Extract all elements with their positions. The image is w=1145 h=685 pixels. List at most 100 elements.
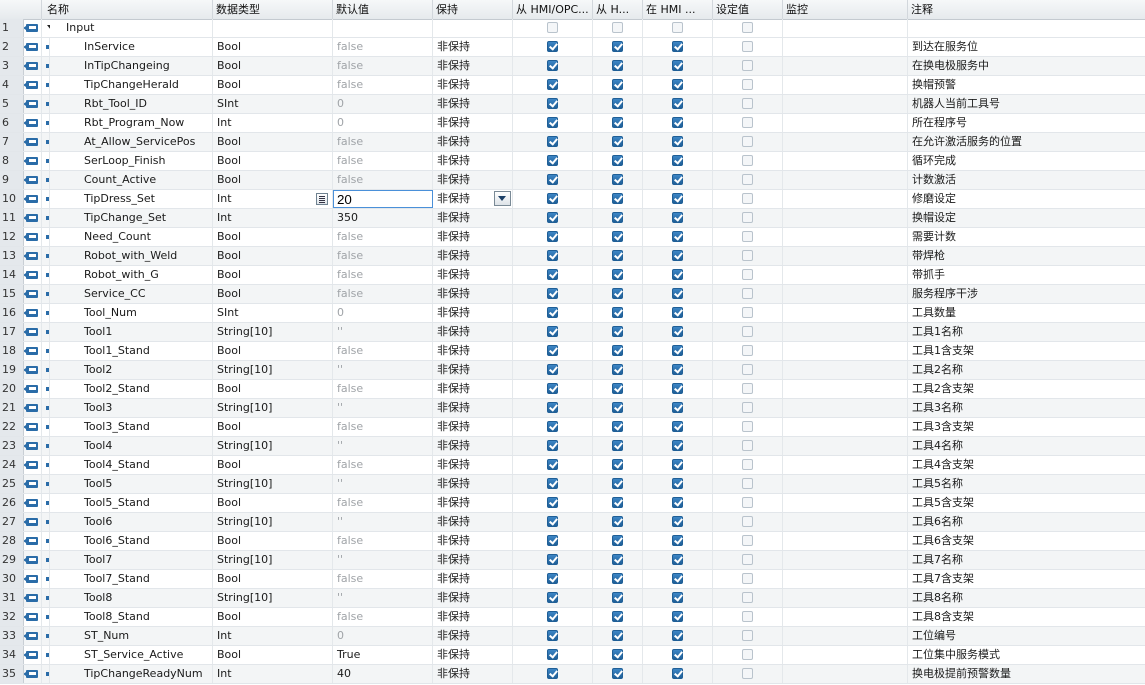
hmi-writable-checkbox[interactable] (612, 345, 623, 356)
var-comment[interactable]: 修磨设定 (908, 190, 1145, 208)
hmi-opc-checkbox[interactable] (547, 22, 558, 33)
var-data-type[interactable]: String[10] (213, 513, 333, 531)
hmi-opc-checkbox[interactable] (547, 402, 558, 413)
hmi-opc-checkbox[interactable] (547, 60, 558, 71)
hmi-visible-checkbox[interactable] (672, 250, 683, 261)
var-data-type[interactable]: Bool (213, 494, 333, 512)
var-data-type[interactable]: Bool (213, 532, 333, 550)
hmi-opc-checkbox[interactable] (547, 611, 558, 622)
var-data-type[interactable]: Int (213, 627, 333, 645)
hmi-visible-checkbox[interactable] (672, 535, 683, 546)
table-row[interactable]: 32 Tool8_Stand Bool false 非保持 工具8含支架 (0, 608, 1145, 627)
var-retain[interactable]: 非保持 (433, 437, 513, 455)
var-data-type[interactable]: Bool (213, 228, 333, 246)
var-name[interactable]: Tool8 (50, 589, 213, 607)
var-retain[interactable]: 非保持 (433, 228, 513, 246)
var-default-value[interactable]: 350 (333, 209, 433, 227)
setpoint-checkbox[interactable] (742, 649, 753, 660)
setpoint-checkbox[interactable] (742, 630, 753, 641)
var-retain[interactable]: 非保持 (433, 247, 513, 265)
var-data-type[interactable]: Bool (213, 380, 333, 398)
setpoint-checkbox[interactable] (742, 212, 753, 223)
setpoint-checkbox[interactable] (742, 421, 753, 432)
var-default-value[interactable]: 0 (333, 95, 433, 113)
hmi-visible-checkbox[interactable] (672, 402, 683, 413)
var-comment[interactable]: 机器人当前工具号 (908, 95, 1145, 113)
table-row[interactable]: 7 At_Allow_ServicePos Bool false 非保持 在允许激活服务的… (0, 133, 1145, 152)
var-data-type[interactable]: Bool (213, 266, 333, 284)
setpoint-checkbox[interactable] (742, 174, 753, 185)
var-name[interactable]: Rbt_Program_Now (50, 114, 213, 132)
hmi-writable-checkbox[interactable] (612, 611, 623, 622)
hmi-opc-checkbox[interactable] (547, 174, 558, 185)
hmi-opc-checkbox[interactable] (547, 573, 558, 584)
hmi-writable-checkbox[interactable] (612, 41, 623, 52)
hmi-visible-checkbox[interactable] (672, 478, 683, 489)
header-retain[interactable]: 保持 (433, 0, 513, 19)
table-row[interactable]: 2 InService Bool false 非保持 到达在服务位 (0, 38, 1145, 57)
hmi-writable-checkbox[interactable] (612, 326, 623, 337)
var-comment[interactable]: 工具7名称 (908, 551, 1145, 569)
var-retain[interactable]: 非保持 (433, 285, 513, 303)
var-default-value[interactable]: false (333, 494, 433, 512)
hmi-opc-checkbox[interactable] (547, 155, 558, 166)
hmi-writable-checkbox[interactable] (612, 250, 623, 261)
setpoint-checkbox[interactable] (742, 516, 753, 527)
hmi-visible-checkbox[interactable] (672, 516, 683, 527)
var-name[interactable]: Count_Active (50, 171, 213, 189)
hmi-opc-checkbox[interactable] (547, 497, 558, 508)
hmi-writable-checkbox[interactable] (612, 440, 623, 451)
hmi-visible-checkbox[interactable] (672, 630, 683, 641)
table-row[interactable]: 3 InTipChangeing Bool false 非保持 在换电极服务中 (0, 57, 1145, 76)
table-row-group[interactable]: 1 Input (0, 19, 1145, 38)
var-data-type[interactable]: String[10] (213, 589, 333, 607)
var-data-type[interactable]: Int (213, 114, 333, 132)
hmi-opc-checkbox[interactable] (547, 554, 558, 565)
var-retain[interactable]: 非保持 (433, 589, 513, 607)
table-row[interactable]: 14 Robot_with_G Bool false 非保持 带抓手 (0, 266, 1145, 285)
setpoint-checkbox[interactable] (742, 136, 753, 147)
var-name[interactable]: Tool5 (50, 475, 213, 493)
table-row[interactable]: 22 Tool3_Stand Bool false 非保持 工具3含支架 (0, 418, 1145, 437)
hmi-opc-checkbox[interactable] (547, 345, 558, 356)
hmi-writable-checkbox[interactable] (612, 212, 623, 223)
var-comment[interactable]: 工具2名称 (908, 361, 1145, 379)
var-default-value[interactable]: false (333, 380, 433, 398)
var-comment[interactable]: 工位集中服务模式 (908, 646, 1145, 664)
table-row[interactable]: 25 Tool5 String[10] '' 非保持 工具5名称 (0, 475, 1145, 494)
header-comment[interactable]: 注释 (908, 0, 1145, 19)
var-default-value[interactable]: '' (333, 437, 433, 455)
table-row[interactable]: 11 TipChange_Set Int 350 非保持 换帽设定 (0, 209, 1145, 228)
setpoint-checkbox[interactable] (742, 383, 753, 394)
table-row[interactable]: 18 Tool1_Stand Bool false 非保持 工具1含支架 (0, 342, 1145, 361)
var-retain[interactable]: 非保持 (433, 342, 513, 360)
var-data-type[interactable]: String[10] (213, 437, 333, 455)
hmi-opc-checkbox[interactable] (547, 630, 558, 641)
hmi-opc-checkbox[interactable] (547, 649, 558, 660)
var-data-type[interactable]: Int (213, 665, 333, 683)
var-default-value[interactable]: false (333, 532, 433, 550)
var-comment[interactable]: 计数激活 (908, 171, 1145, 189)
setpoint-checkbox[interactable] (742, 250, 753, 261)
var-name[interactable]: Tool4_Stand (50, 456, 213, 474)
hmi-writable-checkbox[interactable] (612, 421, 623, 432)
header-setpoint[interactable]: 设定值 (713, 0, 783, 19)
hmi-visible-checkbox[interactable] (672, 212, 683, 223)
var-name[interactable]: Tool_Num (50, 304, 213, 322)
var-retain[interactable]: 非保持 (433, 209, 513, 227)
table-row[interactable]: 6 Rbt_Program_Now Int 0 非保持 所在程序号 (0, 114, 1145, 133)
var-data-type[interactable]: Bool (213, 152, 333, 170)
var-name[interactable]: ST_Service_Active (50, 646, 213, 664)
setpoint-checkbox[interactable] (742, 535, 753, 546)
group-name[interactable]: Input (50, 19, 213, 37)
var-comment[interactable]: 工具2含支架 (908, 380, 1145, 398)
var-retain[interactable]: 非保持 (433, 627, 513, 645)
setpoint-checkbox[interactable] (742, 60, 753, 71)
var-retain[interactable]: 非保持 (433, 570, 513, 588)
hmi-visible-checkbox[interactable] (672, 98, 683, 109)
hmi-writable-checkbox[interactable] (612, 478, 623, 489)
var-name[interactable]: Robot_with_Weld (50, 247, 213, 265)
var-retain[interactable]: 非保持 (433, 513, 513, 531)
setpoint-checkbox[interactable] (742, 497, 753, 508)
setpoint-checkbox[interactable] (742, 155, 753, 166)
